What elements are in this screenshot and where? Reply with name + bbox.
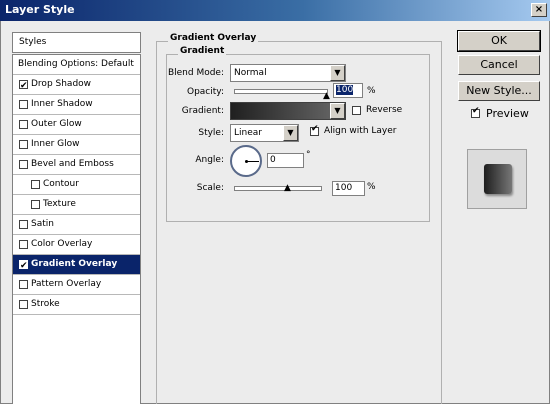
chevron-down-icon: ▼ xyxy=(330,103,345,119)
style-item-label: Blending Options: Default xyxy=(18,59,134,69)
align-with-layer-checkbox[interactable] xyxy=(310,124,319,136)
opacity-input[interactable]: 100 xyxy=(333,83,363,98)
scale-label: Scale: xyxy=(196,183,224,193)
style-item-label: Stroke xyxy=(31,299,60,309)
opacity-value: 100 xyxy=(336,85,354,95)
group-title: Gradient xyxy=(178,46,227,56)
style-item[interactable]: Contour xyxy=(13,175,140,194)
panel-title: Gradient Overlay xyxy=(168,33,259,43)
style-item[interactable]: Bevel and Emboss xyxy=(13,155,140,174)
styles-list: Blending Options: Default Drop Shadow Inne… xyxy=(12,54,141,404)
style-item-checkbox[interactable] xyxy=(19,257,28,276)
dialog-body: Styles Blending Options: Default Drop Sha… xyxy=(0,21,550,404)
style-item-checkbox[interactable] xyxy=(19,120,28,129)
window-title: Layer Style xyxy=(5,3,75,16)
style-item[interactable]: Drop Shadow xyxy=(13,75,140,96)
style-item-checkbox[interactable] xyxy=(19,100,28,109)
style-item-label: Color Overlay xyxy=(31,239,93,249)
style-item[interactable]: Satin xyxy=(13,215,140,234)
style-item-checkbox[interactable] xyxy=(19,240,28,249)
style-item[interactable]: Texture xyxy=(13,195,140,214)
style-item-label: Gradient Overlay xyxy=(31,259,118,269)
style-item-checkbox[interactable] xyxy=(19,77,28,96)
style-item[interactable]: Color Overlay xyxy=(13,235,140,254)
blend-mode-select[interactable]: Normal ▼ xyxy=(230,64,346,82)
preview-checkbox[interactable] xyxy=(471,106,480,118)
close-button[interactable]: × xyxy=(531,3,547,17)
angle-dial[interactable] xyxy=(230,145,262,177)
gradient-picker[interactable]: ▼ xyxy=(230,102,346,120)
list-divider xyxy=(13,314,140,315)
style-item[interactable]: Blending Options: Default xyxy=(13,55,140,74)
style-item-checkbox[interactable] xyxy=(31,180,40,189)
gradient-label: Gradient: xyxy=(181,106,224,116)
style-item-checkbox[interactable] xyxy=(31,200,40,209)
cancel-button[interactable]: Cancel xyxy=(458,55,540,75)
style-item-label: Texture xyxy=(43,199,76,209)
new-style-button[interactable]: New Style... xyxy=(458,81,540,101)
styles-header[interactable]: Styles xyxy=(12,32,141,53)
ok-button[interactable]: OK xyxy=(457,30,541,52)
blend-mode-label: Blend Mode: xyxy=(167,68,224,78)
angle-dial-hand xyxy=(247,161,259,162)
reverse-label: Reverse xyxy=(366,105,403,115)
style-value: Linear xyxy=(234,128,262,138)
angle-unit: ° xyxy=(306,150,311,160)
opacity-slider-thumb[interactable]: ▲ xyxy=(323,92,330,101)
style-item-label: Outer Glow xyxy=(31,119,82,129)
angle-value: 0 xyxy=(270,155,276,165)
style-item-checkbox[interactable] xyxy=(19,280,28,289)
style-item-label: Pattern Overlay xyxy=(31,279,102,289)
angle-label: Angle: xyxy=(195,155,224,165)
align-with-layer-label: Align with Layer xyxy=(324,126,397,136)
style-item-label: Inner Shadow xyxy=(31,99,93,109)
preview-label: Preview xyxy=(486,107,529,120)
scale-unit: % xyxy=(367,182,376,192)
style-item-checkbox[interactable] xyxy=(19,220,28,229)
style-item-label: Drop Shadow xyxy=(31,79,92,89)
style-item-label: Satin xyxy=(31,219,54,229)
reverse-checkbox[interactable] xyxy=(352,106,361,115)
chevron-down-icon: ▼ xyxy=(283,125,298,141)
style-preview xyxy=(467,149,527,209)
style-item[interactable]: Stroke xyxy=(13,295,140,314)
style-item-label: Inner Glow xyxy=(31,139,80,149)
style-item-checkbox[interactable] xyxy=(19,140,28,149)
opacity-unit: % xyxy=(367,86,376,96)
opacity-label: Opacity: xyxy=(187,87,224,97)
style-item-label: Bevel and Emboss xyxy=(31,159,114,169)
scale-slider[interactable] xyxy=(234,186,322,191)
chevron-down-icon: ▼ xyxy=(330,65,345,81)
style-item[interactable]: Outer Glow xyxy=(13,115,140,134)
opacity-slider[interactable] xyxy=(234,89,328,94)
title-bar: Layer Style × xyxy=(0,0,550,21)
scale-input[interactable]: 100 xyxy=(332,181,365,196)
scale-slider-thumb[interactable]: ▲ xyxy=(284,184,291,193)
style-select[interactable]: Linear ▼ xyxy=(230,124,299,142)
style-label: Style: xyxy=(198,128,224,138)
style-item[interactable]: Inner Shadow xyxy=(13,95,140,114)
style-item-label: Contour xyxy=(43,179,79,189)
style-item-checkbox[interactable] xyxy=(19,300,28,309)
style-item[interactable]: Gradient Overlay xyxy=(13,255,140,276)
blend-mode-value: Normal xyxy=(234,68,267,78)
style-item[interactable]: Inner Glow xyxy=(13,135,140,154)
angle-input[interactable]: 0 xyxy=(267,153,304,168)
preview-swatch xyxy=(484,164,512,194)
scale-value: 100 xyxy=(335,183,353,193)
style-item-checkbox[interactable] xyxy=(19,160,28,169)
style-item[interactable]: Pattern Overlay xyxy=(13,275,140,294)
